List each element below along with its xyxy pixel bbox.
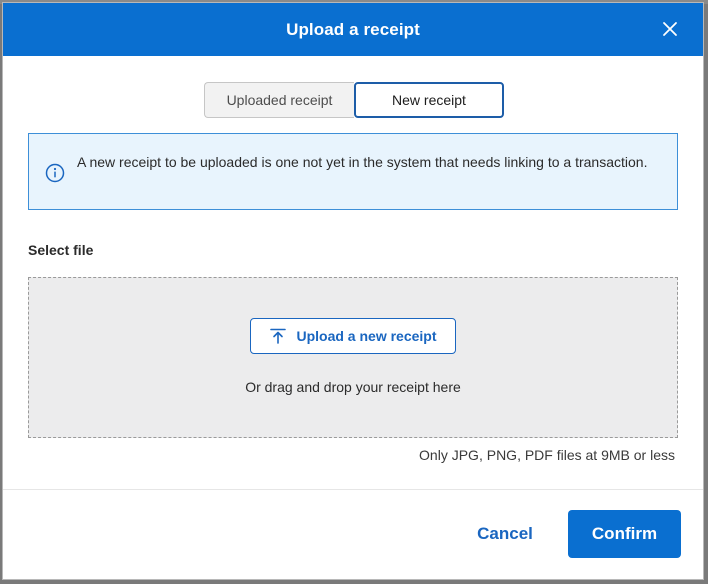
close-icon <box>663 22 677 36</box>
cancel-button[interactable]: Cancel <box>458 510 552 558</box>
file-dropzone[interactable]: Upload a new receipt Or drag and drop yo… <box>28 277 678 438</box>
upload-button-label: Upload a new receipt <box>296 328 437 344</box>
info-banner: A new receipt to be uploaded is one not … <box>28 133 678 210</box>
upload-arrow-icon <box>270 328 287 344</box>
info-message: A new receipt to be uploaded is one not … <box>77 154 648 170</box>
confirm-button[interactable]: Confirm <box>568 510 681 558</box>
close-button[interactable] <box>659 18 681 40</box>
tab-uploaded-receipt[interactable]: Uploaded receipt <box>204 82 354 118</box>
receipt-type-toggle: Uploaded receipt New receipt <box>204 82 504 118</box>
tab-new-receipt[interactable]: New receipt <box>354 82 504 118</box>
drag-drop-text: Or drag and drop your receipt here <box>245 379 461 395</box>
file-type-hint: Only JPG, PNG, PDF files at 9MB or less <box>419 447 675 463</box>
info-icon <box>45 163 65 183</box>
upload-new-receipt-button[interactable]: Upload a new receipt <box>250 318 456 354</box>
select-file-label: Select file <box>28 242 94 258</box>
dialog-title: Upload a receipt <box>286 19 420 39</box>
footer-divider <box>3 489 703 490</box>
dialog-header: Upload a receipt <box>3 3 703 56</box>
upload-receipt-dialog: Upload a receipt Uploaded receipt New re… <box>2 2 704 580</box>
